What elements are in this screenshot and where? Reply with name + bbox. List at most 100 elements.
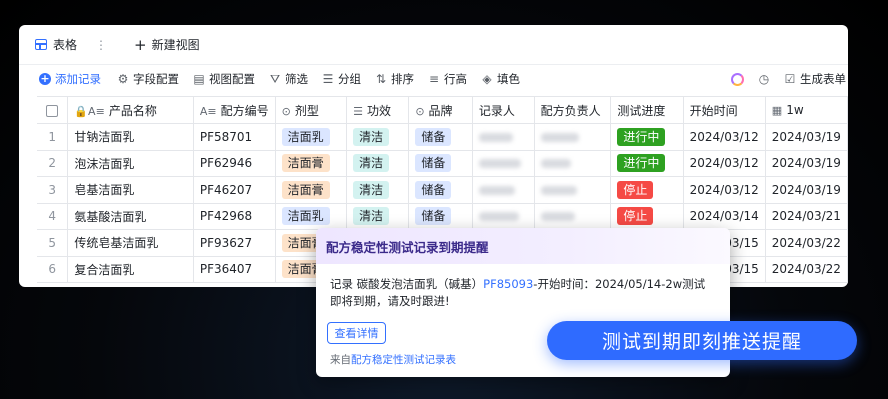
group-button[interactable]: ☰ 分组 — [322, 71, 361, 87]
effect-cell[interactable]: 清洁 — [346, 203, 410, 230]
generate-form-button[interactable]: ☑ 生成表单 — [784, 71, 846, 87]
week1-date-cell[interactable]: 2024/03/22 — [765, 256, 848, 283]
single-select-icon: ⊙ — [281, 104, 291, 118]
filter-button[interactable]: ⛛ 筛选 — [269, 71, 308, 87]
brand-cell[interactable]: 储备 — [408, 150, 473, 177]
product-name-cell[interactable]: 皂基洁面乳 — [67, 176, 194, 204]
formula-code-cell[interactable]: PF36407 — [193, 256, 276, 283]
view-config-icon: ▤ — [193, 72, 205, 86]
fill-color-label: 填色 — [497, 72, 520, 86]
dosage-form-tag: 洁面乳 — [281, 127, 330, 146]
view-details-button[interactable]: 查看详情 — [327, 322, 386, 344]
recorder-cell[interactable] — [472, 203, 535, 230]
table-row[interactable]: 1 甘钠洁面乳 PF58701 洁面乳 清洁 储备 进行中 2024/03/12 2024/03… — [37, 123, 848, 151]
start-date-cell[interactable]: 2024/03/12 — [683, 150, 766, 177]
record-code-link[interactable]: PF85093 — [483, 277, 533, 291]
view-config-button[interactable]: ▤ 视图配置 — [193, 71, 255, 87]
formula-code-cell[interactable]: PF46207 — [193, 176, 276, 204]
product-name-cell[interactable]: 氨基酸洁面乳 — [67, 203, 194, 230]
recorder-cell[interactable] — [472, 176, 535, 204]
dosage-form-cell[interactable]: 洁面乳 — [275, 203, 348, 230]
owner-cell[interactable] — [534, 203, 612, 230]
col-header[interactable]: ⊙ 品牌 — [408, 96, 473, 124]
fill-color-button[interactable]: ◈ 填色 — [481, 71, 520, 87]
week1-date-cell[interactable]: 2024/03/21 — [765, 203, 848, 230]
product-name-cell[interactable]: 泡沫洁面乳 — [67, 150, 194, 177]
sort-button[interactable]: ⇅ 排序 — [375, 71, 414, 87]
col-header-label: 1w — [786, 103, 804, 117]
redacted-text — [540, 212, 575, 222]
redacted-text — [540, 132, 579, 142]
progress-cell[interactable]: 进行中 — [610, 150, 684, 177]
col-header[interactable]: ▦ 1w — [765, 96, 848, 124]
select-all-cell[interactable] — [37, 96, 69, 124]
multi-select-icon: ☰ — [353, 104, 363, 118]
formula-code-cell[interactable]: PF58701 — [193, 123, 276, 151]
redacted-text — [478, 212, 519, 222]
col-header[interactable]: A≡ 配方编号 — [193, 96, 276, 124]
brand-cell[interactable]: 储备 — [408, 123, 473, 151]
effect-cell[interactable]: 清洁 — [346, 123, 410, 151]
col-header[interactable]: 测试进度 — [610, 96, 684, 124]
col-header-label: 记录人 — [478, 103, 515, 118]
redacted-text — [540, 185, 577, 195]
week1-date-cell[interactable]: 2024/03/19 — [765, 176, 848, 204]
brand-cell[interactable]: 储备 — [408, 176, 473, 204]
start-date-cell[interactable]: 2024/03/12 — [683, 176, 766, 204]
week1-date-cell[interactable]: 2024/03/19 — [765, 123, 848, 151]
col-header[interactable]: ☰ 功效 — [346, 96, 410, 124]
recorder-cell[interactable] — [472, 123, 535, 151]
group-icon: ☰ — [322, 72, 334, 86]
start-date-cell[interactable]: 2024/03/14 — [683, 203, 766, 230]
product-name-cell[interactable]: 甘钠洁面乳 — [67, 123, 194, 151]
table-header-row: 🔒A≡ 产品名称 A≡ 配方编号 ⊙ 剂型 ☰ 功效 ⊙ 品牌 记录人 配方负责人 测试进… — [37, 96, 848, 124]
popup-message: 记录 碳酸发泡洁面乳（碱基）PF85093-开始时间：2024/05/14-2w… — [316, 264, 730, 310]
col-header[interactable]: 开始时间 — [683, 96, 766, 124]
week1-date-cell[interactable]: 2024/03/22 — [765, 229, 848, 257]
select-all-checkbox[interactable] — [46, 104, 59, 117]
progress-cell[interactable]: 停止 — [610, 203, 684, 230]
brand-cell[interactable]: 储备 — [408, 203, 473, 230]
col-header[interactable]: ⊙ 剂型 — [275, 96, 348, 124]
col-header[interactable]: 🔒A≡ 产品名称 — [67, 96, 194, 124]
popup-title: 配方稳定性测试记录到期提醒 — [316, 228, 730, 264]
field-config-button[interactable]: ⚙ 字段配置 — [117, 71, 179, 87]
table-row[interactable]: 4 氨基酸洁面乳 PF42968 洁面乳 清洁 储备 停止 2024/03/14 2024/03… — [37, 203, 848, 230]
dosage-form-cell[interactable]: 洁面膏 — [275, 150, 348, 177]
dosage-form-cell[interactable]: 洁面膏 — [275, 176, 348, 204]
tab-table-view[interactable]: 表格 ⋮ — [35, 36, 107, 53]
formula-code-cell[interactable]: PF42968 — [193, 203, 276, 230]
product-name-cell[interactable]: 复合洁面乳 — [67, 256, 194, 283]
owner-cell[interactable] — [534, 123, 612, 151]
ai-assistant-icon[interactable] — [731, 72, 744, 86]
product-name-cell[interactable]: 传统皂基洁面乳 — [67, 229, 194, 257]
formula-code-cell[interactable]: PF93627 — [193, 229, 276, 257]
group-label: 分组 — [338, 72, 361, 86]
table-row[interactable]: 2 泡沫洁面乳 PF62946 洁面膏 清洁 储备 进行中 2024/03/12 2024/03… — [37, 150, 848, 177]
owner-cell[interactable] — [534, 176, 612, 204]
effect-cell[interactable]: 清洁 — [346, 150, 410, 177]
col-header[interactable]: 记录人 — [472, 96, 535, 124]
dosage-form-tag: 洁面乳 — [281, 207, 330, 226]
start-date-cell[interactable]: 2024/03/12 — [683, 123, 766, 151]
popup-source: 来自配方稳定性测试记录表 — [330, 352, 456, 367]
more-menu-icon[interactable]: ⋮ — [95, 38, 107, 52]
formula-code-cell[interactable]: PF62946 — [193, 150, 276, 177]
owner-cell[interactable] — [534, 150, 612, 177]
add-record-button[interactable]: + 添加记录 — [39, 71, 101, 87]
table-row[interactable]: 3 皂基洁面乳 PF46207 洁面膏 清洁 储备 停止 2024/03/12 2024/03/… — [37, 176, 848, 204]
progress-cell[interactable]: 停止 — [610, 176, 684, 204]
history-icon[interactable]: ◷ — [758, 72, 770, 86]
source-table-link[interactable]: 配方稳定性测试记录表 — [351, 354, 456, 366]
effect-cell[interactable]: 清洁 — [346, 176, 410, 204]
single-select-icon: ⊙ — [415, 104, 425, 118]
recorder-cell[interactable] — [472, 150, 535, 177]
new-view-button[interactable]: + 新建视图 — [134, 36, 200, 54]
col-header[interactable]: 配方负责人 — [534, 96, 612, 124]
redacted-text — [478, 132, 513, 142]
progress-cell[interactable]: 进行中 — [610, 123, 684, 151]
effect-tag: 清洁 — [353, 127, 390, 146]
dosage-form-cell[interactable]: 洁面乳 — [275, 123, 348, 151]
week1-date-cell[interactable]: 2024/03/19 — [765, 150, 848, 177]
row-height-button[interactable]: ≡ 行高 — [428, 71, 467, 87]
